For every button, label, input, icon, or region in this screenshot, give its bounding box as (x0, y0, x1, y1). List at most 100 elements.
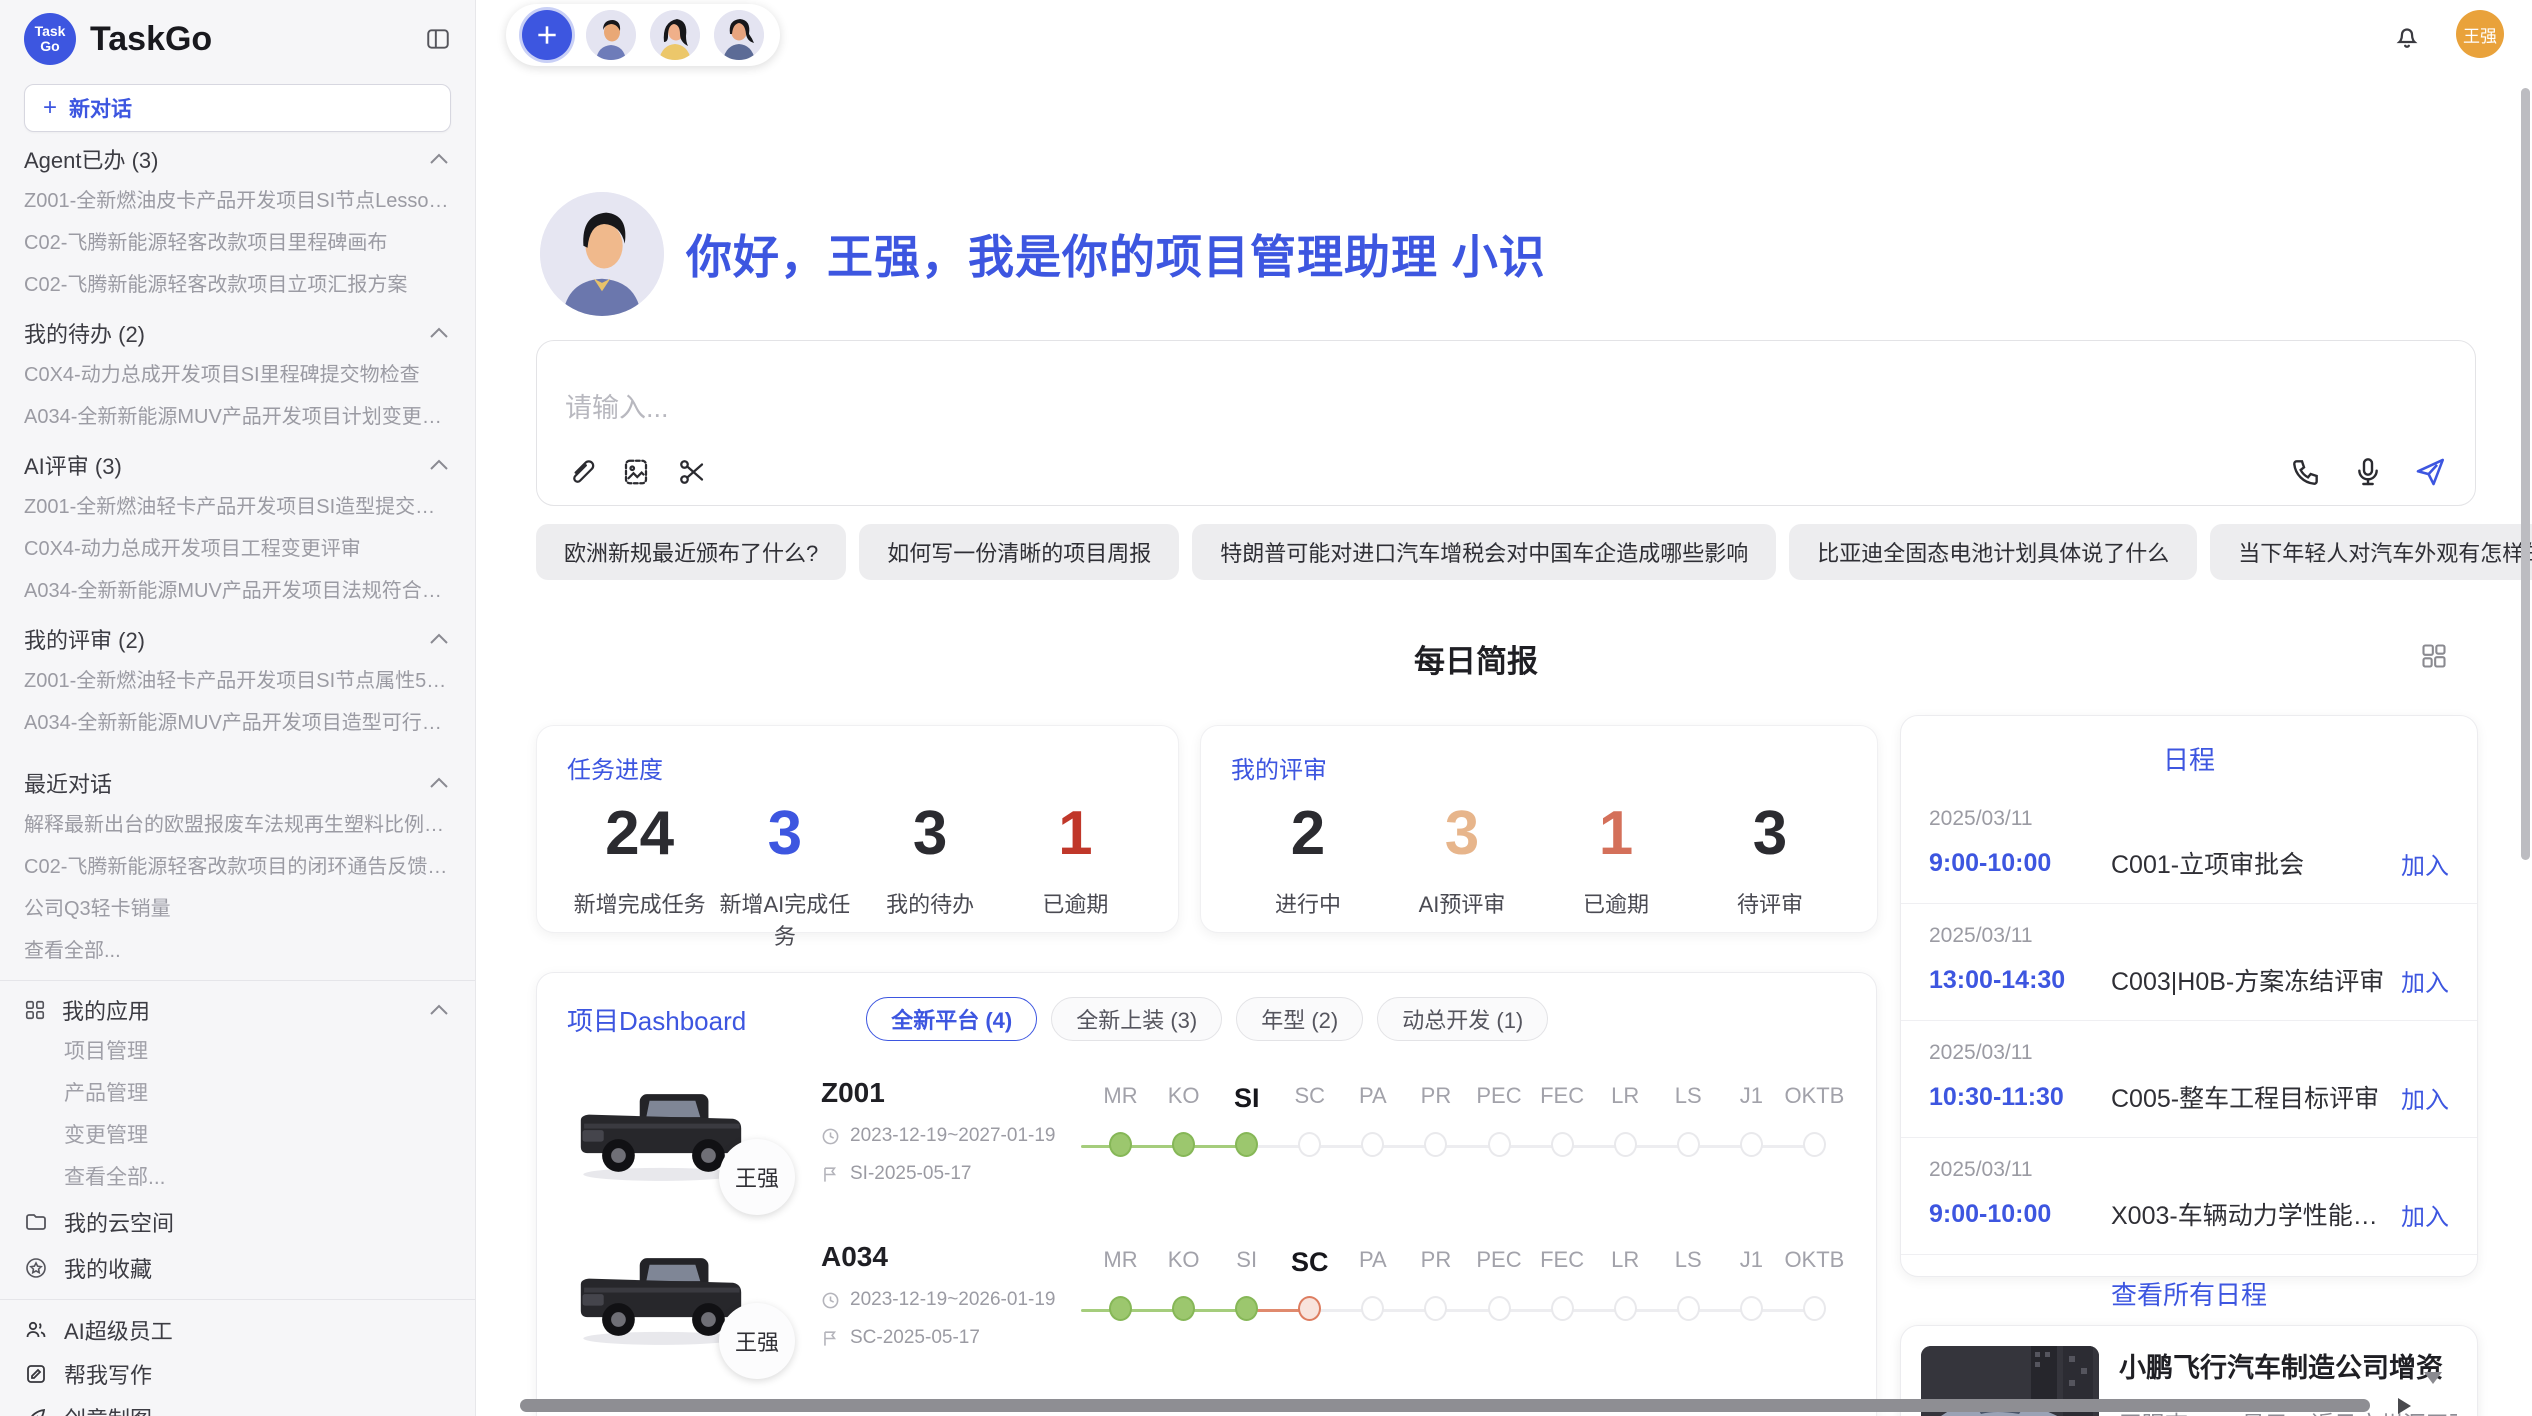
stat-pending-review: 3 待评审 (1693, 799, 1847, 919)
sidebar-item-favorites[interactable]: 我的收藏 (0, 1245, 475, 1291)
sidebar-task-item[interactable]: A034-全新新能源MUV产品开发项目造型可行性评审 (0, 702, 475, 744)
sidebar-item-cloud-space[interactable]: 我的云空间 (0, 1199, 475, 1245)
schedule-title: 日程 (1901, 740, 2477, 777)
chevron-up-icon[interactable] (429, 327, 449, 339)
sidebar-task-item[interactable]: Z001-全新燃油轻卡产品开发项目SI造型提交物评审 (0, 486, 475, 528)
app-item-product-mgmt[interactable]: 产品管理 (0, 1073, 475, 1115)
project-row[interactable]: 王强 A034 2023-12-19~2026-01-19 SC-2025-05… (567, 1239, 1846, 1351)
sidebar-item-help-me-write[interactable]: 帮我写作 (0, 1352, 475, 1396)
stat-value: 3 (1693, 799, 1847, 869)
sidebar: Task Go TaskGo + 新对话 Agent已办 (3) Z001-全新… (0, 0, 476, 1416)
join-meeting-link[interactable]: 加入 (2401, 963, 2449, 998)
schedule-date: 2025/03/11 (1929, 924, 2449, 948)
milestone-label: OKTB (1783, 1247, 1846, 1278)
sidebar-task-item[interactable]: A034-全新新能源MUV产品开发项目法规符合性评审 (0, 570, 475, 612)
stat-overdue: 1 已逾期 (1003, 799, 1148, 951)
schedule-event-title: C001-立项审批会 (2111, 845, 2385, 881)
tool-label: 创意制图 (64, 1402, 152, 1416)
sidebar-item-ai-super-staff[interactable]: AI超级员工 (0, 1308, 475, 1352)
sidebar-collapse-icon[interactable] (421, 22, 455, 56)
attachment-icon[interactable] (563, 455, 597, 489)
recent-chat-item[interactable]: 解释最新出台的欧盟报废车法规再生塑料比例被调至15%... (0, 804, 475, 846)
section-header-agent-done[interactable]: Agent已办 (3) (0, 138, 475, 180)
dashboard-tabs: 全新平台 (4) 全新上装 (3) 年型 (2) 动总开发 (1) (866, 997, 1548, 1041)
section-header-my-review[interactable]: 我的评审 (2) (0, 618, 475, 660)
app-item-change-mgmt[interactable]: 变更管理 (0, 1115, 475, 1157)
suggestion-chip[interactable]: 欧洲新规最近颁布了什么? (536, 524, 846, 580)
card-title: 我的评审 (1231, 750, 1847, 785)
milestone-label: LS (1657, 1247, 1720, 1278)
sidebar-task-item[interactable]: C0X4-动力总成开发项目工程变更评审 (0, 528, 475, 570)
user-avatar[interactable]: 王强 (2456, 10, 2504, 58)
tab-new-platform[interactable]: 全新平台 (4) (866, 997, 1037, 1041)
notification-bell-icon[interactable] (2392, 22, 2422, 52)
assistant-avatar (540, 192, 664, 316)
agent-avatar[interactable] (714, 10, 764, 60)
recent-chat-item[interactable]: C02-飞腾新能源轻客改款项目的闭环通告反馈情况 (0, 846, 475, 888)
sidebar-task-item[interactable]: Z001-全新燃油轻卡产品开发项目SI节点属性5D文件评审 (0, 660, 475, 702)
tab-powertrain[interactable]: 动总开发 (1) (1377, 997, 1548, 1041)
suggestion-chip[interactable]: 特朗普可能对进口汽车增税会对中国车企造成哪些影响 (1192, 524, 1776, 580)
agent-avatar[interactable] (650, 10, 700, 60)
stat-value: 2 (1231, 799, 1385, 869)
sidebar-task-item[interactable]: A034-全新新能源MUV产品开发项目计划变更表编写 (0, 396, 475, 438)
project-row[interactable]: 王强 Z001 2023-12-19~2027-01-19 SI-2025-05… (567, 1075, 1846, 1187)
recent-view-all[interactable]: 查看全部... (0, 930, 475, 972)
schedule-card: 日程 2025/03/11 9:00-10:00 C001-立项审批会 加入 2… (1900, 715, 2478, 1277)
sidebar-task-item[interactable]: C02-飞腾新能源轻客改款项目立项汇报方案 (0, 264, 475, 306)
scroll-down-indicator[interactable] (2424, 1372, 2442, 1384)
milestone-strip: MR KO SI SC PA PR PEC FEC LR LS J1 OKTB (1089, 1247, 1846, 1324)
send-icon[interactable] (2413, 455, 2447, 489)
chevron-up-icon[interactable] (429, 459, 449, 471)
join-meeting-link[interactable]: 加入 (2401, 1080, 2449, 1115)
horizontal-scrollbar[interactable] (520, 1399, 2370, 1412)
section-header-recent-chats[interactable]: 最近对话 (0, 762, 475, 804)
sidebar-task-item[interactable]: C0X4-动力总成开发项目SI里程碑提交物检查 (0, 354, 475, 396)
join-meeting-link[interactable]: 加入 (2401, 846, 2449, 881)
tab-model-year[interactable]: 年型 (2) (1236, 997, 1363, 1041)
microphone-icon[interactable] (2351, 455, 2385, 489)
suggestion-chip[interactable]: 比亚迪全固态电池计划具体说了什么 (1789, 524, 2197, 580)
schedule-time: 13:00-14:30 (1929, 966, 2111, 995)
apps-view-all[interactable]: 查看全部... (0, 1157, 475, 1199)
scissors-icon[interactable] (675, 455, 709, 489)
stat-value: 1 (1003, 799, 1148, 869)
daily-briefing-title: 每日简报 (476, 636, 2476, 681)
milestone-label: J1 (1720, 1247, 1783, 1278)
image-upload-icon[interactable] (619, 455, 653, 489)
sidebar-task-item[interactable]: C02-飞腾新能源轻客改款项目里程碑画布 (0, 222, 475, 264)
new-chat-button[interactable]: + 新对话 (24, 84, 451, 132)
join-meeting-link[interactable]: 加入 (2401, 1197, 2449, 1232)
suggestion-chip[interactable]: 当下年轻人对汽车外观有怎样的喜好趋势 (2210, 524, 2532, 580)
milestone-dot (1677, 1296, 1700, 1321)
section-header-ai-review[interactable]: AI评审 (3) (0, 444, 475, 486)
project-code: Z001 (821, 1077, 1061, 1109)
milestone-dot (1361, 1296, 1384, 1321)
suggestion-chip[interactable]: 如何写一份清晰的项目周报 (859, 524, 1179, 580)
sidebar-item-creative-drawing[interactable]: 创意制图 (0, 1396, 475, 1416)
stat-value: 3 (1385, 799, 1539, 869)
sidebar-header: Task Go TaskGo (24, 10, 455, 68)
scroll-right-arrow[interactable] (2398, 1398, 2411, 1414)
section-header-my-apps[interactable]: 我的应用 (0, 989, 475, 1031)
chat-input[interactable] (565, 393, 2065, 424)
view-all-schedule-link[interactable]: 查看所有日程 (1901, 1255, 2477, 1332)
schedule-entry: 2025/03/11 9:00-10:00 X003-车辆动力学性能验... 加… (1901, 1138, 2477, 1255)
sidebar-task-item[interactable]: Z001-全新燃油皮卡产品开发项目SI节点Lesson Learn报告 (0, 180, 475, 222)
voice-call-icon[interactable] (2289, 455, 2323, 489)
agent-avatar[interactable] (586, 10, 636, 60)
chevron-up-icon[interactable] (429, 633, 449, 645)
section-header-my-todo[interactable]: 我的待办 (2) (0, 312, 475, 354)
chevron-up-icon[interactable] (429, 1004, 449, 1016)
chevron-up-icon[interactable] (429, 153, 449, 165)
app-item-project-mgmt[interactable]: 项目管理 (0, 1031, 475, 1073)
milestone-dot (1551, 1296, 1574, 1321)
tab-new-body[interactable]: 全新上装 (3) (1051, 997, 1222, 1041)
recent-chat-item[interactable]: 公司Q3轻卡销量 (0, 888, 475, 930)
add-agent-button[interactable] (522, 10, 572, 60)
layout-grid-icon[interactable] (2420, 642, 2448, 670)
chevron-up-icon[interactable] (429, 777, 449, 789)
schedule-date: 2025/03/11 (1929, 807, 2449, 831)
vertical-scrollbar[interactable] (2521, 88, 2530, 860)
divider (0, 1299, 475, 1300)
